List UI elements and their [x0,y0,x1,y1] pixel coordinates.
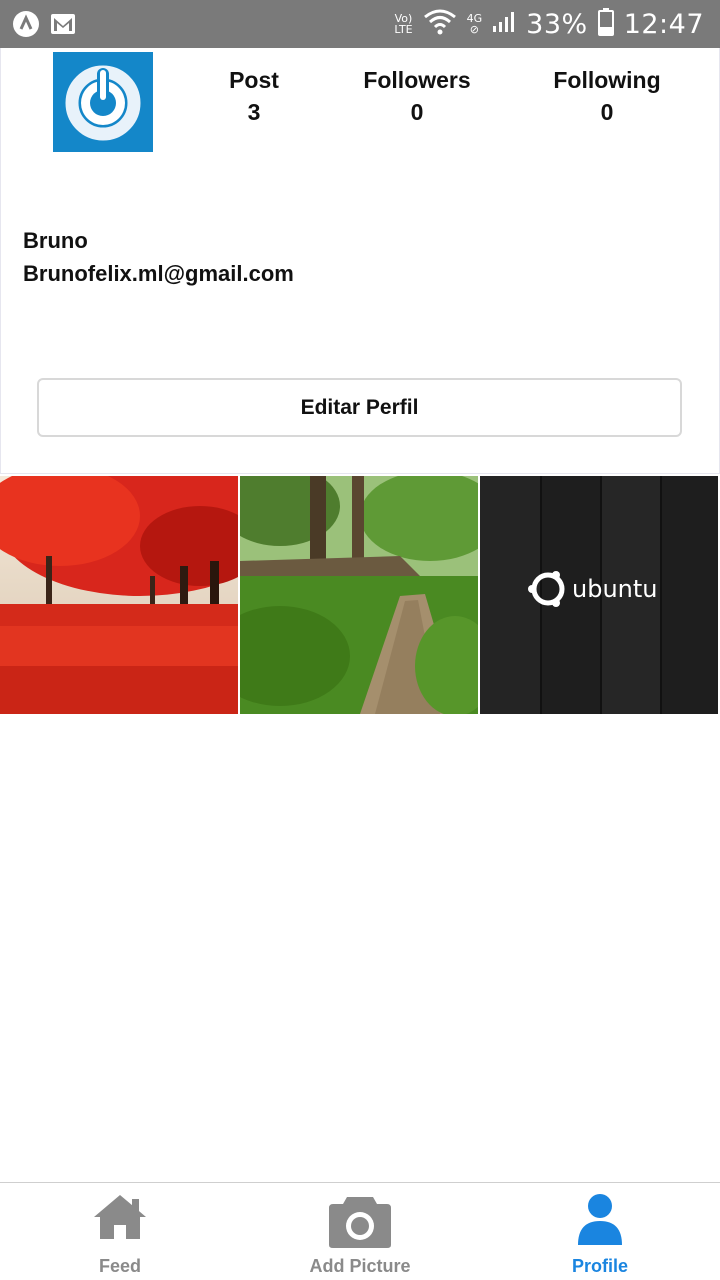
user-icon [576,1193,624,1252]
post-thumbnail-2[interactable] [240,476,478,714]
nav-feed[interactable]: Feed [0,1183,240,1280]
avatar[interactable] [53,52,153,152]
camera-icon [327,1193,393,1254]
green-forest-path-photo [240,476,478,714]
profile-name: Bruno [23,228,88,253]
cell-data-indicator: 4G ⊘ [466,12,483,36]
stat-label: Followers [363,67,471,93]
profile-header: Post 3 Followers 0 Following 0 Bruno Bru… [0,48,720,474]
profile-info: Bruno Brunofelix.ml@gmail.com [23,224,294,290]
status-bar: Vo) LTE 4G ⊘ 33% 12:47 [0,0,720,48]
stat-value: 0 [410,99,424,125]
edit-profile-button[interactable]: Editar Perfil [37,378,682,437]
stat-followers[interactable]: Followers 0 [351,64,483,128]
clock: 12:47 [623,8,704,40]
signal-icon [492,10,516,39]
app-notification-icon [12,10,40,43]
nav-label: Profile [571,1256,628,1276]
stat-value: 0 [600,99,614,125]
stat-label: Following [553,67,661,93]
nav-label: Feed [98,1256,141,1276]
stat-posts: Post 3 [204,64,304,128]
nav-profile[interactable]: Profile [480,1183,720,1280]
red-autumn-trees-photo [0,476,238,714]
wifi-icon [423,7,457,42]
ubuntu-logo-text: ubuntu [572,575,658,603]
nav-label: Add Picture [309,1256,411,1276]
battery-icon [597,7,614,41]
posts-grid: ubuntu [0,476,720,714]
stat-value: 3 [247,99,261,125]
mail-icon [50,13,76,40]
home-icon [92,1193,148,1246]
stat-label: Post [229,67,279,93]
post-thumbnail-3[interactable]: ubuntu [480,476,718,714]
post-thumbnail-1[interactable] [0,476,238,714]
bottom-navigation: Feed Add Picture Profile [0,1182,720,1280]
profile-email: Brunofelix.ml@gmail.com [23,261,294,286]
battery-percent: 33% [526,8,588,40]
volte-indicator: Vo) LTE [394,12,413,36]
ubuntu-wallpaper-photo: ubuntu [480,476,718,714]
nav-add-picture[interactable]: Add Picture [240,1183,480,1280]
stat-following[interactable]: Following 0 [541,64,673,128]
